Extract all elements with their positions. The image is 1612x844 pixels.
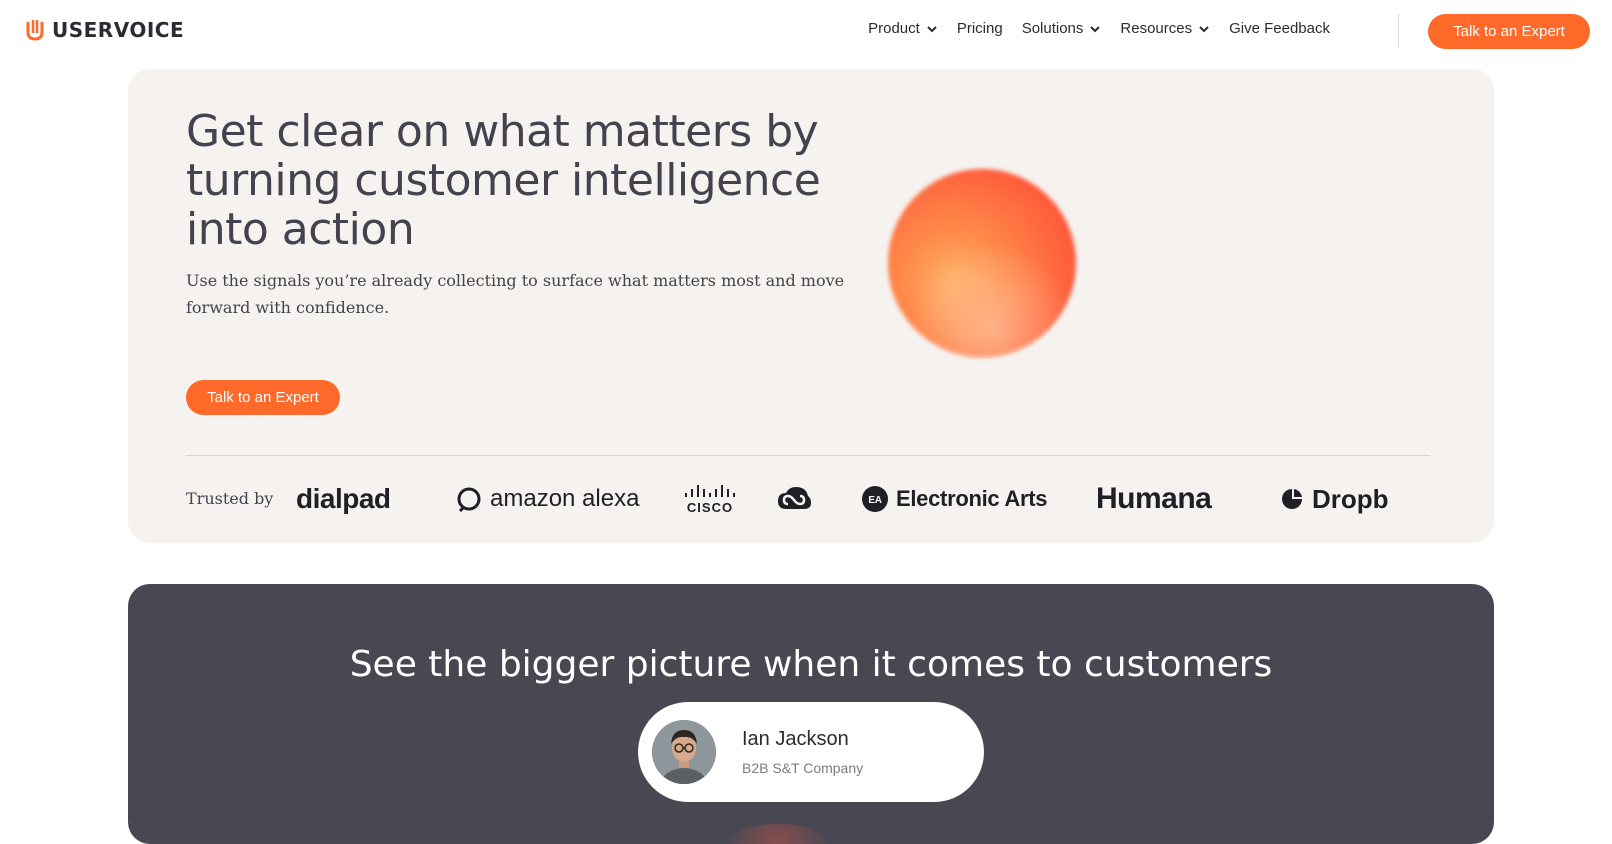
- dropbox-logo: Dropb: [1280, 469, 1389, 529]
- nav-resources-label: Resources: [1120, 20, 1193, 37]
- cisco-logo: CISCO: [684, 469, 736, 529]
- bigger-picture-section: See the bigger picture when it comes to …: [128, 584, 1494, 844]
- hero-title: Get clear on what matters by turning cus…: [186, 106, 821, 255]
- talk-to-expert-header-button[interactable]: Talk to an Expert: [1428, 14, 1590, 49]
- nav-resources[interactable]: Resources: [1120, 20, 1210, 37]
- humana-logo-text: Humana: [1096, 482, 1212, 515]
- dialpad-logo: dialpad: [296, 469, 391, 529]
- humana-logo: Humana: [1096, 469, 1212, 529]
- amazon-alexa-logo: amazon alexa: [456, 469, 639, 529]
- talk-to-expert-hero-button[interactable]: Talk to an Expert: [186, 380, 340, 415]
- nav-product[interactable]: Product: [868, 20, 938, 37]
- svg-text:EA: EA: [868, 495, 881, 506]
- creative-cloud-logo: [776, 469, 812, 529]
- nav-solutions[interactable]: Solutions: [1022, 20, 1102, 37]
- decorative-glow: [728, 824, 828, 844]
- customer-logos: dialpad amazon alexa CISCO EA Electronic…: [296, 469, 1430, 529]
- hero-subtitle: Use the signals you’re already collectin…: [186, 271, 845, 317]
- chevron-down-icon: [1199, 25, 1209, 32]
- person-company: B2B S&T Company: [742, 760, 864, 776]
- nav-pricing-label: Pricing: [956, 20, 1003, 37]
- dropbox-logo-text: Dropb: [1312, 483, 1389, 514]
- hero-orb-haze: [888, 169, 1076, 357]
- avatar: [652, 720, 716, 784]
- nav-give-feedback-label: Give Feedback: [1229, 20, 1330, 37]
- electronic-arts-logo-text: Electronic Arts: [896, 486, 1048, 511]
- electronic-arts-logo: EA Electronic Arts: [862, 469, 1047, 529]
- logo-text: USERVOICE: [52, 18, 185, 42]
- creative-cloud-icon: [778, 487, 811, 509]
- nav-solutions-label: Solutions: [1021, 20, 1084, 37]
- person-name: Ian Jackson: [742, 728, 849, 750]
- bigger-picture-title: See the bigger picture when it comes to …: [349, 644, 1273, 685]
- chevron-down-icon: [927, 25, 937, 32]
- nav-give-feedback[interactable]: Give Feedback: [1229, 20, 1330, 37]
- nav-pricing[interactable]: Pricing: [957, 20, 1003, 37]
- uservoice-logo[interactable]: USERVOICE: [26, 18, 184, 42]
- main-nav: Product Pricing Solutions Resources Give…: [849, 20, 1330, 37]
- hero-section: Get clear on what matters by turning cus…: [128, 69, 1494, 543]
- testimonial-person-card[interactable]: Ian Jackson B2B S&T Company: [638, 702, 984, 802]
- hero-divider: [186, 455, 1430, 456]
- person-avatar-icon: [652, 720, 716, 784]
- chevron-down-icon: [1090, 25, 1101, 32]
- amazon-alexa-logo-text: amazon alexa: [490, 485, 640, 512]
- dropbox-icon: [1282, 489, 1302, 509]
- cisco-bars-icon: [685, 485, 735, 497]
- trusted-by-label: Trusted by: [186, 489, 274, 508]
- cisco-logo-text: CISCO: [686, 500, 734, 515]
- dialpad-logo-text: dialpad: [296, 483, 391, 514]
- alexa-ring-icon: [457, 487, 481, 512]
- uservoice-logo-icon: [26, 20, 44, 41]
- nav-product-label: Product: [868, 20, 920, 37]
- ea-badge-icon: EA: [862, 486, 888, 512]
- nav-divider: [1398, 14, 1399, 48]
